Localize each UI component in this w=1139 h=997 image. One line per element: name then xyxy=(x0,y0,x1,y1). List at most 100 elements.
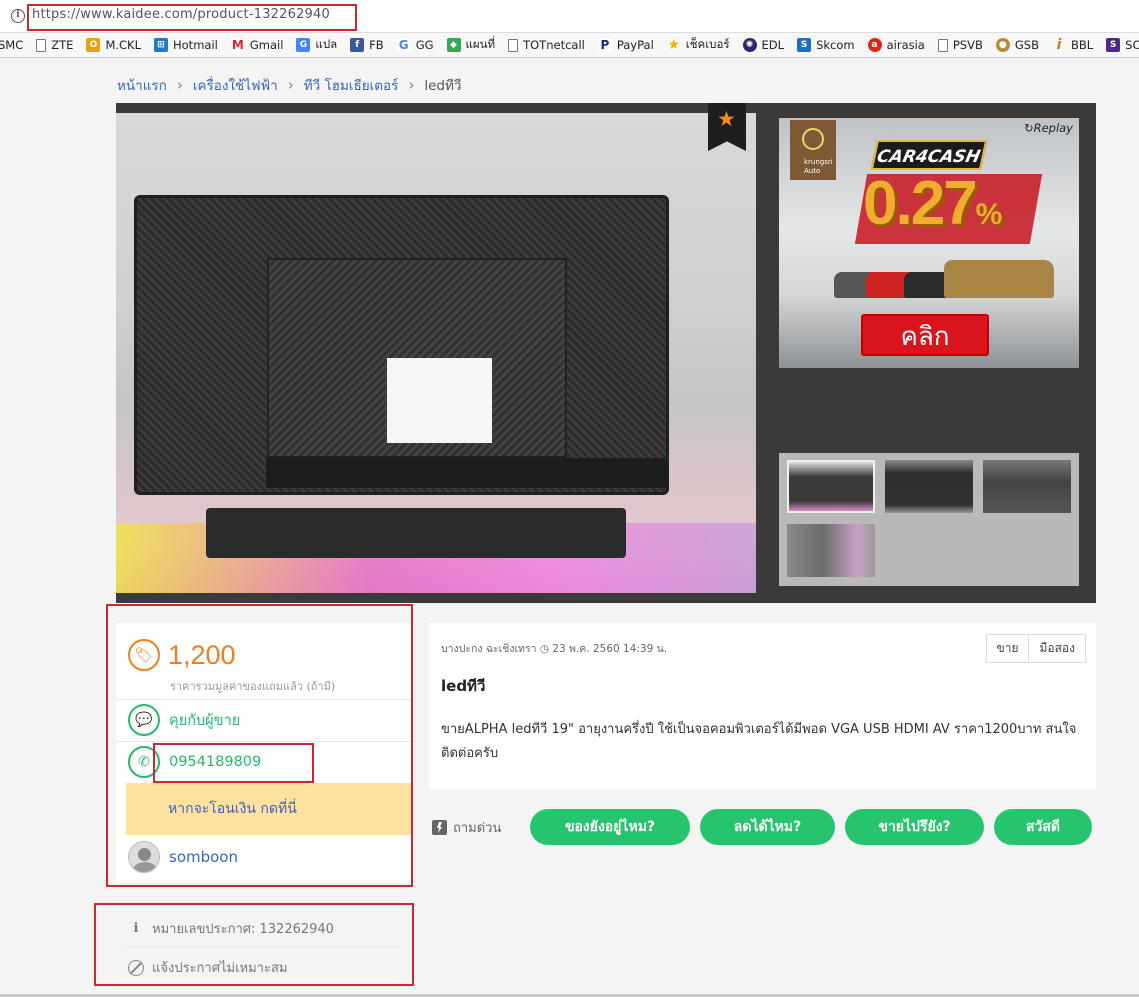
ad-replay-button[interactable]: ↻Replay xyxy=(1024,121,1073,135)
tag-sell[interactable]: ขาย xyxy=(985,634,1030,663)
krungsri-mark-icon xyxy=(802,128,824,150)
price-note: ราคารวมมูลค่าของแถมแล้ว (ถ้ามี) xyxy=(170,680,336,693)
quick-ask-label: ถามด่วน xyxy=(432,817,501,838)
bookmark-skcom[interactable]: S Skcom xyxy=(797,38,855,52)
ad-number: หมายเลขประกาศ: 132262940 xyxy=(152,922,334,937)
bookmark-bbl[interactable]: i BBL xyxy=(1052,37,1094,53)
quick-ask-hello-button[interactable]: สวัสดี xyxy=(994,809,1092,845)
bookmark-mckl[interactable]: O M.CKL xyxy=(86,38,141,52)
ad-cars xyxy=(834,253,1069,298)
thumbnail-strip xyxy=(779,453,1079,586)
page-icon xyxy=(36,38,47,52)
bookmark-hotmail[interactable]: ⊞ Hotmail xyxy=(154,38,218,52)
address-bar[interactable]: i https://www.kaidee.com/product-1322629… xyxy=(0,0,1139,33)
gsb-icon: ● xyxy=(995,38,1010,52)
breadcrumb-home[interactable]: หน้าแรก xyxy=(117,74,167,96)
transfer-money-link[interactable]: หากจะโอนเงิน กดที่นี่ xyxy=(126,783,411,835)
report-listing[interactable]: แจ้งประกาศไม่เหมาะสม xyxy=(128,957,287,978)
chevron-right-icon: › xyxy=(287,76,294,94)
photo-tv-stand xyxy=(206,508,626,558)
lightning-icon xyxy=(432,820,447,835)
breadcrumb: หน้าแรก › เครื่องใช้ไฟฟ้า › ทีวี โฮมเธีย… xyxy=(117,74,461,96)
bookmark-edl[interactable]: ✺ EDL xyxy=(742,38,784,52)
phone-number[interactable]: ✆ 0954189809 xyxy=(128,746,261,778)
page-icon xyxy=(937,38,948,52)
bookmark-check-number[interactable]: ★ เช็คเบอร์ xyxy=(667,36,730,54)
report-label: แจ้งประกาศไม่เหมาะสม xyxy=(152,961,288,976)
seller-card: 🏷 1,200 ราคารวมมูลค่าของแถมแล้ว (ถ้ามี) … xyxy=(116,623,411,883)
quick-ask-discount-button[interactable]: ลดได้ไหม? xyxy=(700,809,835,845)
bookmark-facebook[interactable]: f FB xyxy=(350,38,384,52)
posted-info: บางปะกง ฉะเชิงเทรา ◷ 23 พ.ค. 2560 14:39 … xyxy=(441,643,668,655)
listing-title: ledทีวี xyxy=(441,677,486,695)
page-icon xyxy=(508,38,519,52)
chevron-right-icon: › xyxy=(408,76,415,94)
avatar xyxy=(128,841,160,873)
ad-banner[interactable]: krungsri Auto ↻Replay CAR4CASH 0.27% คลิ… xyxy=(779,118,1079,368)
krungsri-logo: krungsri Auto xyxy=(790,120,836,180)
seller-name: somboon xyxy=(169,848,238,866)
ad-brand: krungsri xyxy=(804,158,833,166)
photo-tv-label xyxy=(387,358,492,443)
ad-car xyxy=(944,260,1054,298)
breadcrumb-tv-home-theater[interactable]: ทีวี โฮมเธียเตอร์ xyxy=(304,74,399,96)
info-icon: i xyxy=(133,921,139,936)
chat-with-seller[interactable]: 💬 คุยกับผู้ขาย xyxy=(128,704,240,736)
scb-icon: S xyxy=(1106,38,1121,52)
star-icon: ★ xyxy=(717,107,736,131)
quick-ask-still-available-button[interactable]: ของยังอยู่ไหม? xyxy=(530,809,690,845)
ad-brand-sub: Auto xyxy=(804,167,821,175)
bookmark-zte[interactable]: ZTE xyxy=(36,38,73,52)
skcom-icon: S xyxy=(797,38,812,52)
image-gallery: ★ krungsri Auto ↻Replay CAR4CASH 0.27% ค… xyxy=(116,103,1096,603)
airasia-icon: a xyxy=(867,38,882,52)
bookmark-psvb[interactable]: PSVB xyxy=(937,38,983,52)
thumbnail-1[interactable] xyxy=(787,460,875,513)
bookmark-gmail[interactable]: M Gmail xyxy=(230,38,283,52)
url-text[interactable]: https://www.kaidee.com/product-132262940 xyxy=(32,7,330,22)
mckl-icon: O xyxy=(86,38,101,52)
main-product-photo[interactable] xyxy=(116,113,756,593)
prohibited-icon xyxy=(128,959,144,976)
listing-meta: i หมายเลขประกาศ: 132262940 แจ้งประกาศไม่… xyxy=(116,905,411,983)
thumbnail-2[interactable] xyxy=(885,460,973,513)
bookmark-paypal[interactable]: P PayPal xyxy=(597,38,654,52)
price-tag-icon: 🏷 xyxy=(128,639,160,671)
ad-headline: CAR4CASH xyxy=(870,140,988,170)
bookmark-smc[interactable]: SMC xyxy=(0,38,23,52)
listing-description: ขายALPHA ledทีวี 19" อายุงานครึ่งปี ใช้เ… xyxy=(441,722,1077,761)
ad-click-button[interactable]: คลิก xyxy=(861,314,989,356)
divider xyxy=(124,946,400,947)
phone-label: 0954189809 xyxy=(169,754,262,770)
phone-icon: ✆ xyxy=(128,746,160,778)
bookmark-scb[interactable]: SSCB xyxy=(1106,38,1139,52)
info-icon[interactable]: i xyxy=(11,9,25,23)
divider xyxy=(116,699,411,700)
ad-number-row: i หมายเลขประกาศ: 132262940 xyxy=(128,918,334,939)
bookmark-totnetcall[interactable]: TOTnetcall xyxy=(508,38,585,52)
bbl-icon: i xyxy=(1056,37,1062,53)
tag-used[interactable]: มือสอง xyxy=(1029,634,1086,663)
listing-tags: ขาย มือสอง xyxy=(985,634,1086,663)
thumbnail-4[interactable] xyxy=(787,524,875,577)
bookmark-translate[interactable]: G แปล xyxy=(296,36,337,54)
bookmark-gsb[interactable]: ● GSB xyxy=(995,38,1039,52)
breadcrumb-appliances[interactable]: เครื่องใช้ไฟฟ้า xyxy=(193,74,278,96)
listing-detail: บางปะกง ฉะเชิงเทรา ◷ 23 พ.ค. 2560 14:39 … xyxy=(429,623,1096,789)
photo-tv-back xyxy=(134,195,669,495)
translate-icon: G xyxy=(296,38,311,52)
bookmark-maps[interactable]: ◆ แผนที่ xyxy=(446,36,495,54)
maps-icon: ◆ xyxy=(446,38,461,52)
hotmail-icon: ⊞ xyxy=(154,38,168,52)
thumbnail-3[interactable] xyxy=(983,460,1071,513)
photo-tv-ports xyxy=(266,458,666,488)
breadcrumb-current: ledทีวี xyxy=(424,78,462,94)
quick-ask-sold-button[interactable]: ขายไปรึยัง? xyxy=(845,809,984,845)
chat-icon: 💬 xyxy=(128,704,160,736)
chevron-right-icon: › xyxy=(176,76,183,94)
bookmark-airasia[interactable]: a airasia xyxy=(867,38,925,52)
google-icon: G xyxy=(396,38,411,52)
edl-icon: ✺ xyxy=(742,38,757,52)
seller-profile[interactable]: somboon xyxy=(128,841,238,873)
bookmark-google[interactable]: G GG xyxy=(396,38,434,52)
